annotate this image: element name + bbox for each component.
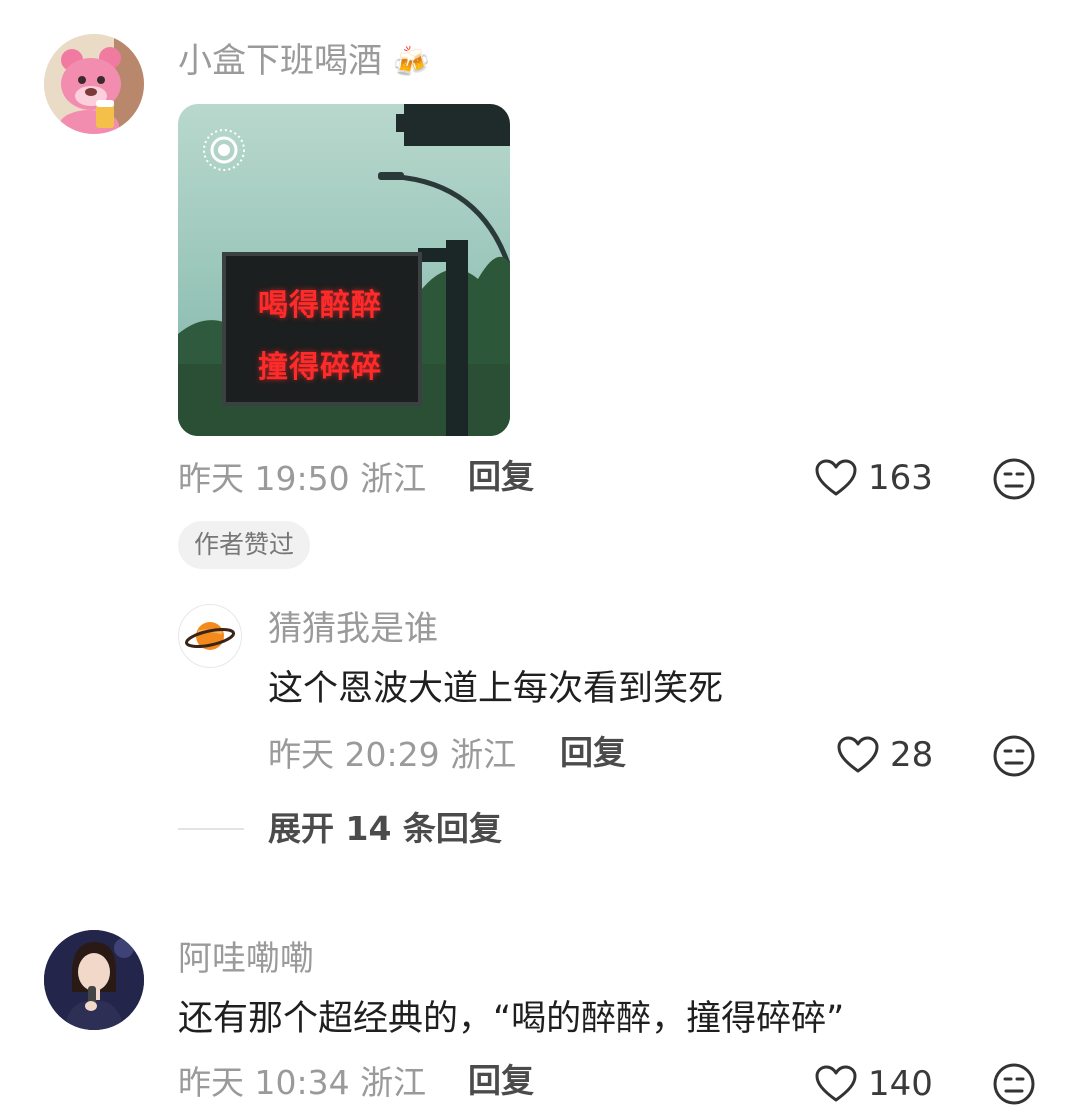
author-liked-badge: 作者赞过	[178, 521, 311, 569]
like-count: 28	[890, 735, 934, 775]
meh-face-icon[interactable]	[992, 1062, 1036, 1106]
like-button[interactable]: 28	[836, 735, 933, 775]
reply-username[interactable]: 猜猜我是谁	[268, 612, 438, 646]
username-text[interactable]: 小盒下班喝酒	[178, 41, 382, 81]
comment-username[interactable]: 阿哇嘞嘞	[178, 942, 314, 976]
comment-time-location: 昨天 10:34 浙江	[178, 1063, 427, 1102]
meh-face-icon[interactable]	[992, 457, 1036, 501]
reply-button[interactable]: 回复	[468, 460, 534, 493]
like-count: 163	[868, 458, 933, 498]
meh-face-icon[interactable]	[992, 734, 1036, 778]
user-avatar[interactable]	[44, 34, 144, 134]
reply-text: 这个恩波大道上每次看到笑死	[268, 669, 724, 709]
user-avatar[interactable]	[44, 930, 144, 1030]
like-button[interactable]: 140	[814, 1064, 933, 1104]
pink-beaver-avatar-icon	[44, 34, 144, 134]
like-button[interactable]: 163	[814, 458, 933, 498]
beer-mugs-emoji: 🍻	[392, 45, 431, 80]
expand-replies-button[interactable]: 展开 14 条回复	[268, 812, 502, 845]
singer-photo-avatar	[44, 930, 144, 1030]
reply-time-location: 昨天 20:29 浙江	[268, 735, 517, 774]
like-count: 140	[868, 1064, 933, 1104]
comment-username[interactable]: 小盒下班喝酒 🍻	[178, 44, 430, 78]
planet-avatar-icon	[184, 622, 236, 650]
sign-text-line-2: 撞得碎碎	[258, 350, 382, 385]
reply-button[interactable]: 回复	[468, 1064, 534, 1097]
comment-time-location: 昨天 19:50 浙江	[178, 459, 427, 498]
reply-avatar[interactable]	[178, 604, 242, 668]
reply-button[interactable]: 回复	[560, 736, 626, 769]
expand-divider	[178, 828, 244, 830]
comment-text: 还有那个超经典的，“喝的醉醉，撞得碎碎”	[178, 999, 845, 1039]
comment-image[interactable]: 喝得醉醉 撞得碎碎	[178, 104, 510, 436]
sign-text-line-1: 喝得醉醉	[258, 288, 382, 323]
live-photo-icon[interactable]	[200, 126, 248, 174]
heart-outline-icon	[837, 736, 879, 773]
heart-outline-icon	[815, 1065, 857, 1102]
heart-outline-icon	[815, 459, 857, 496]
